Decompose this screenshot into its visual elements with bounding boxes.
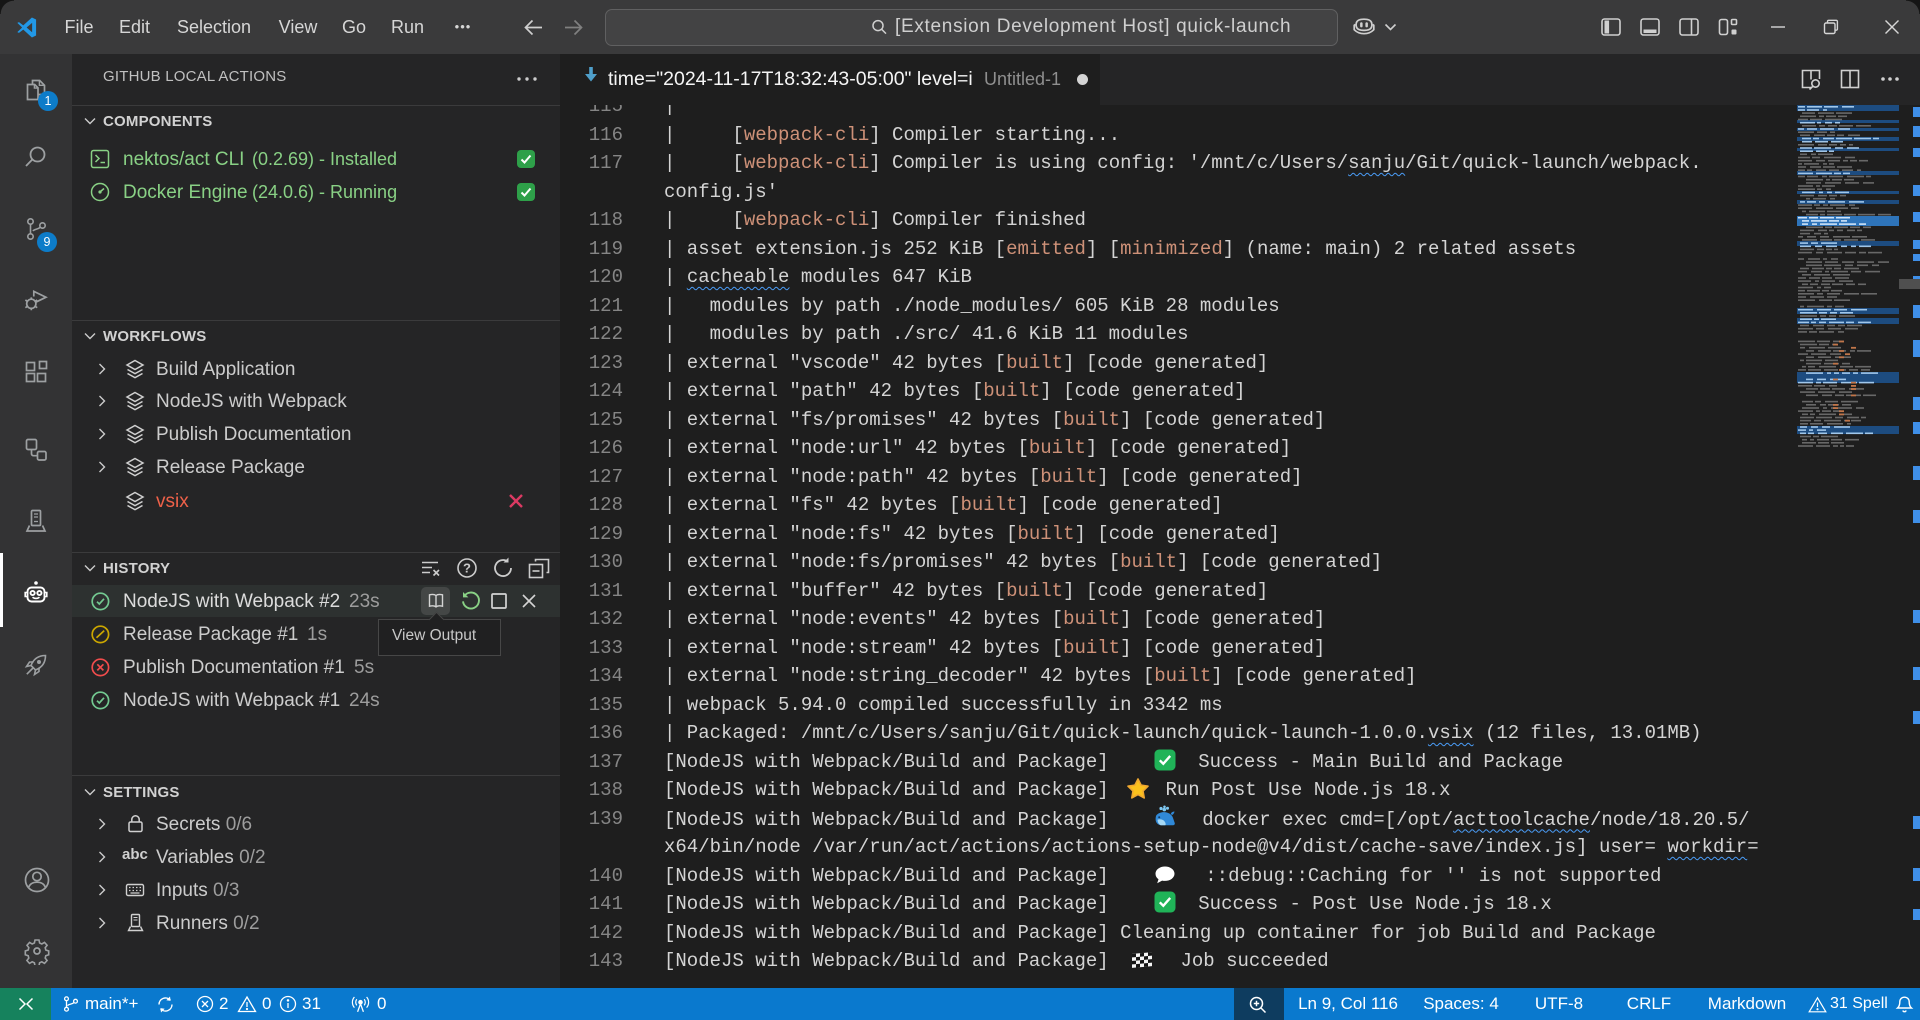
svg-text:?: ? [463, 561, 471, 576]
